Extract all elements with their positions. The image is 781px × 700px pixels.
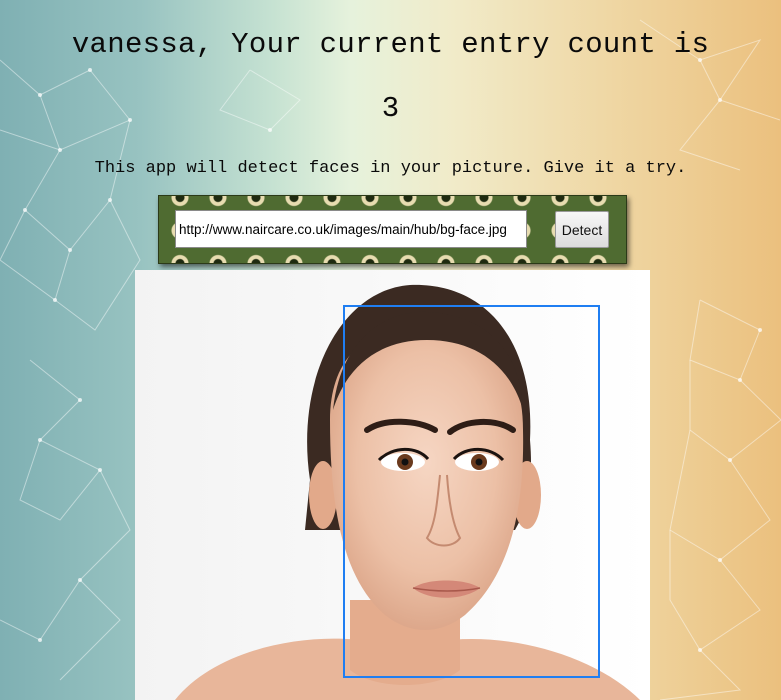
face-bounding-box [343, 305, 600, 678]
face-image [135, 270, 650, 700]
app-description: This app will detect faces in your pictu… [94, 159, 687, 178]
entry-count-value: 3 [381, 92, 400, 125]
image-url-form: Detect [158, 195, 627, 264]
entry-count-heading: vanessa, Your current entry count is [71, 28, 710, 61]
image-url-input[interactable] [175, 210, 527, 248]
detect-button[interactable]: Detect [555, 211, 609, 248]
